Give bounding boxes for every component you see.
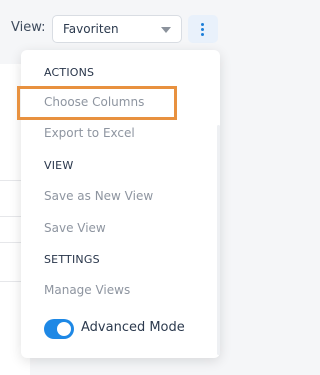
advanced-mode-toggle[interactable]	[44, 319, 74, 339]
menu-item-save-as-new-view[interactable]: Save as New View	[44, 189, 153, 203]
advanced-mode-label: Advanced Mode	[81, 320, 185, 335]
menu-item-export-to-excel[interactable]: Export to Excel	[44, 126, 135, 140]
scrollbar[interactable]	[217, 125, 220, 355]
menu-item-choose-columns[interactable]: Choose Columns	[44, 95, 144, 109]
menu-item-save-view[interactable]: Save View	[44, 221, 106, 235]
chevron-down-icon	[161, 27, 171, 33]
section-header-actions: ACTIONS	[44, 66, 95, 79]
view-select-value: Favoriten	[63, 22, 119, 36]
toggle-knob	[57, 322, 71, 336]
view-select[interactable]: Favoriten	[52, 15, 182, 43]
advanced-mode-row: Advanced Mode	[44, 318, 214, 340]
menu-item-manage-views[interactable]: Manage Views	[44, 283, 130, 297]
view-label: View:	[11, 20, 46, 35]
section-header-settings: SETTINGS	[44, 253, 100, 266]
section-header-view: VIEW	[44, 159, 74, 172]
options-dropdown-menu: ACTIONS Choose Columns Export to Excel V…	[17, 50, 220, 358]
more-options-button[interactable]	[188, 15, 218, 43]
